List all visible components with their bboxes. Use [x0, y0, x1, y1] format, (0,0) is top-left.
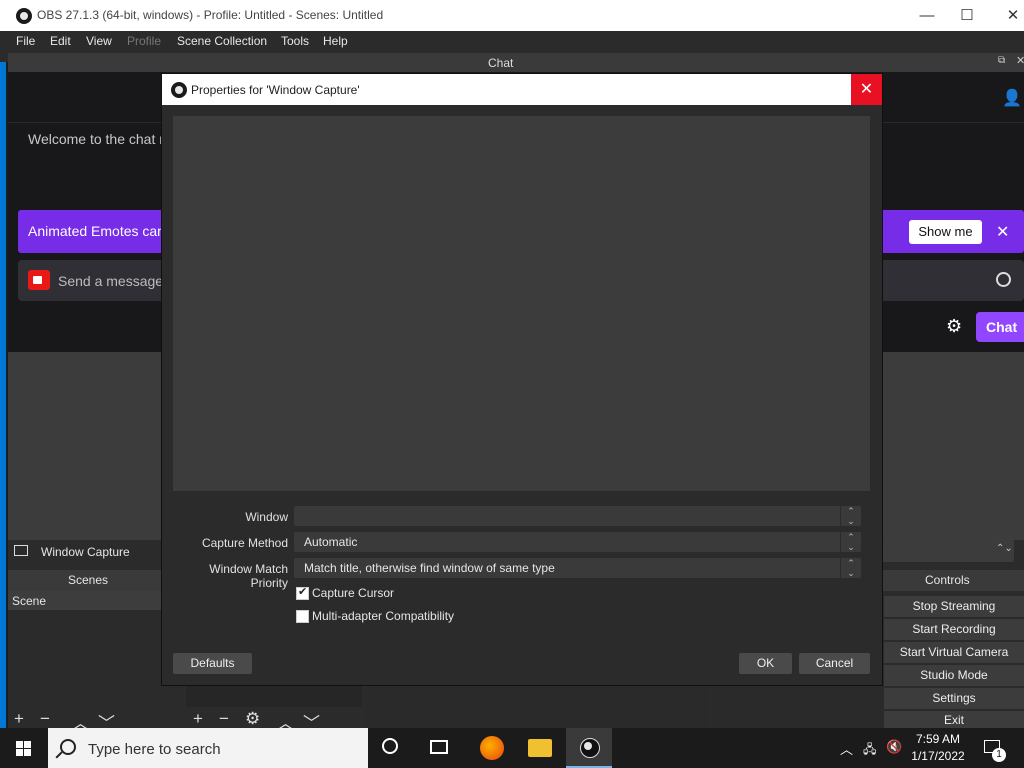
- studio-mode-button[interactable]: Studio Mode: [884, 665, 1024, 686]
- task-view-icon[interactable]: [430, 740, 448, 754]
- obs-logo-icon: [171, 82, 187, 98]
- add-icon[interactable]: +: [14, 709, 24, 729]
- dialog-title-bar: Properties for 'Window Capture': [162, 74, 882, 105]
- clock-time: 7:59 AM: [915, 732, 961, 746]
- menu-help[interactable]: Help: [323, 34, 348, 48]
- capture-method-select[interactable]: Automatic ⌃ ⌄: [294, 532, 861, 552]
- file-explorer-icon[interactable]: [528, 739, 552, 757]
- maximize-button[interactable]: ☐: [944, 0, 990, 31]
- obs-taskbar-button[interactable]: [566, 728, 612, 768]
- multi-adapter-label: Multi-adapter Compatibility: [312, 609, 455, 623]
- stop-streaming-button[interactable]: Stop Streaming: [884, 596, 1024, 617]
- cancel-button[interactable]: Cancel: [799, 653, 870, 674]
- menu-bar: File Edit View Profile Scene Collection …: [0, 31, 1024, 53]
- notification-badge: 1: [992, 748, 1006, 762]
- dialog-title: Properties for 'Window Capture': [191, 83, 360, 97]
- chevron-up-icon[interactable]: ︿: [840, 739, 853, 758]
- controls-dock-title-bar: Controls: [882, 570, 1024, 591]
- message-placeholder: Send a message: [58, 273, 164, 289]
- window-title: OBS 27.1.3 (64-bit, windows) - Profile: …: [37, 8, 384, 22]
- scenes-toolbar: [8, 707, 183, 729]
- emoji-icon[interactable]: [996, 272, 1011, 287]
- menu-scene-collection[interactable]: Scene Collection: [177, 34, 267, 48]
- taskbar-search[interactable]: Type here to search: [48, 728, 368, 768]
- close-dock-icon[interactable]: ✕: [1016, 54, 1024, 67]
- scenes-dock-title-bar: Scenes: [8, 570, 183, 591]
- window-match-priority-select[interactable]: Match title, otherwise find window of sa…: [294, 558, 861, 578]
- window-title-bar: OBS 27.1.3 (64-bit, windows) - Profile: …: [0, 0, 1024, 31]
- capture-method-value: Automatic: [304, 535, 358, 549]
- desktop-edge: [0, 62, 6, 728]
- settings-button[interactable]: Settings: [884, 688, 1024, 709]
- clock-date: 1/17/2022: [911, 749, 965, 763]
- network-icon[interactable]: 🖧: [863, 740, 876, 761]
- exit-button[interactable]: Exit: [884, 711, 1024, 728]
- source-name: Window Capture: [41, 545, 130, 559]
- menu-edit[interactable]: Edit: [50, 34, 71, 48]
- capture-method-label: Capture Method: [201, 536, 288, 550]
- start-recording-button[interactable]: Start Recording: [884, 619, 1024, 640]
- multi-adapter-checkbox[interactable]: [296, 610, 309, 623]
- transition-select[interactable]: [882, 540, 1014, 562]
- volume-muted-icon[interactable]: 🔇: [886, 739, 902, 755]
- close-window-button[interactable]: ✕: [990, 0, 1024, 31]
- start-virtual-camera-button[interactable]: Start Virtual Camera: [884, 642, 1024, 663]
- windows-logo-icon: [16, 741, 31, 756]
- window-match-priority-value: Match title, otherwise find window of sa…: [304, 561, 555, 575]
- menu-profile[interactable]: Profile: [127, 34, 161, 48]
- close-icon[interactable]: ✕: [996, 222, 1009, 242]
- cortana-icon[interactable]: [382, 738, 398, 754]
- chevron-updown-icon[interactable]: ⌃⌄: [840, 558, 861, 578]
- menu-tools[interactable]: Tools: [281, 34, 309, 48]
- ok-button[interactable]: OK: [739, 653, 792, 674]
- sources-toolbar: [186, 707, 362, 729]
- search-icon: [60, 739, 76, 755]
- chat-welcome-text: Welcome to the chat r: [28, 131, 164, 147]
- remove-source-icon[interactable]: −: [219, 709, 229, 729]
- menu-file[interactable]: File: [16, 34, 35, 48]
- search-placeholder: Type here to search: [88, 741, 221, 758]
- menu-view[interactable]: View: [86, 34, 112, 48]
- capture-cursor-label: Capture Cursor: [312, 586, 395, 600]
- window-select[interactable]: ⌃ ⌄: [294, 506, 861, 526]
- list-item[interactable]: Scene: [8, 591, 163, 610]
- remove-icon[interactable]: −: [40, 709, 50, 729]
- obs-logo-icon: [16, 8, 32, 24]
- clock[interactable]: 7:59 AM 1/17/2022: [908, 731, 968, 765]
- capture-preview: [173, 116, 870, 491]
- chevron-updown-icon[interactable]: ⌃⌄: [996, 543, 1013, 554]
- monitor-icon: [14, 545, 28, 556]
- dialog-close-button[interactable]: ✕: [851, 74, 882, 105]
- firefox-icon[interactable]: [480, 736, 504, 760]
- chevron-updown-icon[interactable]: ⌃⌄: [840, 532, 861, 552]
- scene-label: Scene: [12, 594, 47, 608]
- camera-icon[interactable]: [28, 270, 50, 290]
- add-source-icon[interactable]: +: [193, 709, 203, 729]
- scenes-title: Scenes: [68, 573, 109, 587]
- chat-button[interactable]: Chat: [976, 312, 1024, 342]
- chevron-updown-icon[interactable]: ⌃⌄: [840, 506, 861, 526]
- chat-dock-title: Chat: [488, 56, 514, 70]
- source-settings-icon[interactable]: ⚙: [245, 709, 260, 729]
- show-me-button[interactable]: Show me: [909, 220, 982, 244]
- users-icon[interactable]: 👤: [1002, 88, 1022, 108]
- float-dock-icon[interactable]: ⧉: [998, 55, 1005, 66]
- defaults-button[interactable]: Defaults: [173, 653, 252, 674]
- chat-dock-title-bar: Chat ⧉ ✕: [8, 53, 1024, 72]
- promo-text: Animated Emotes can: [28, 223, 165, 239]
- controls-title: Controls: [925, 573, 970, 587]
- capture-cursor-checkbox[interactable]: [296, 585, 309, 600]
- obs-logo-icon: [580, 738, 600, 758]
- window-match-priority-label: Window Match Priority: [209, 562, 288, 590]
- gear-icon[interactable]: ⚙: [946, 316, 962, 337]
- window-label: Window: [245, 510, 288, 524]
